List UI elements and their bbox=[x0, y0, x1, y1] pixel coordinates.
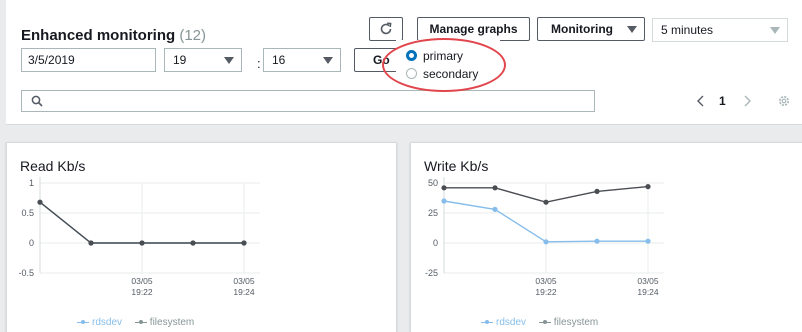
data-point-rdsdev bbox=[492, 206, 498, 212]
chart-title: Read Kb/s bbox=[20, 158, 86, 174]
data-point-rdsdev bbox=[441, 198, 447, 204]
caret-down-icon bbox=[770, 27, 780, 34]
read-chart: 10.50-0.503/0519:2203/0519:24 bbox=[18, 177, 260, 297]
data-point-filesystem bbox=[492, 185, 498, 191]
x-tick-label: 03/05 bbox=[233, 276, 255, 286]
x-tick-label: 03/05 bbox=[637, 276, 659, 286]
monitoring-dropdown[interactable]: Monitoring bbox=[537, 17, 645, 41]
y-tick-label: 0 bbox=[29, 238, 34, 248]
legend-item-filesystem[interactable]: filesystem bbox=[134, 317, 195, 328]
caret-down-icon bbox=[627, 26, 637, 33]
y-tick-label: -25 bbox=[425, 268, 438, 278]
period-select[interactable]: 5 minutes bbox=[652, 18, 788, 42]
refresh-icon bbox=[380, 22, 392, 35]
legend-label: filesystem bbox=[553, 317, 599, 328]
x-tick-label: 03/05 bbox=[131, 276, 153, 286]
legend-item-rdsdev[interactable]: rdsdev bbox=[481, 317, 526, 328]
write-chart-panel: Write Kb/s 50 25 0 -25 03/05 19:22 03/05 19:24 … bbox=[410, 142, 802, 332]
minute-select[interactable]: 16 bbox=[263, 48, 341, 72]
caret-down-icon bbox=[323, 57, 333, 64]
x-tick-label: 19:22 bbox=[131, 287, 153, 297]
date-input[interactable]: 3/5/2019 bbox=[21, 48, 156, 72]
x-tick-label: 19:22 bbox=[535, 287, 557, 297]
monitoring-label: Monitoring bbox=[551, 22, 613, 36]
data-point-rdsdev bbox=[543, 239, 549, 245]
y-tick-label: 0.5 bbox=[21, 208, 34, 218]
y-tick-label: 25 bbox=[428, 208, 438, 218]
data-point-filesystem bbox=[37, 199, 43, 205]
legend-label: rdsdev bbox=[92, 317, 123, 328]
y-tick-label: 50 bbox=[428, 178, 438, 188]
legend-item-filesystem[interactable]: filesystem bbox=[538, 317, 599, 328]
hour-select[interactable]: 19 bbox=[164, 48, 242, 72]
legend-symbol bbox=[77, 319, 89, 325]
caret-down-icon bbox=[224, 57, 234, 64]
read-chart-panel: Read Kb/s 1 0.5 0 -0.5 03/05 19:22 03/05 19:24 … bbox=[6, 142, 397, 332]
legend-item-rdsdev[interactable]: rdsdev bbox=[77, 317, 122, 328]
data-point-filesystem bbox=[594, 188, 600, 194]
data-point-rdsdev bbox=[594, 238, 600, 244]
y-tick-label: 0 bbox=[433, 238, 438, 248]
search-icon bbox=[31, 95, 43, 107]
data-point-filesystem bbox=[241, 240, 247, 246]
legend-symbol bbox=[134, 319, 147, 325]
period-value: 5 minutes bbox=[661, 23, 714, 37]
data-point-filesystem bbox=[190, 240, 196, 246]
page-number[interactable]: 1 bbox=[719, 94, 726, 108]
page-title-text: Enhanced monitoring bbox=[21, 27, 176, 44]
data-point-filesystem bbox=[88, 240, 94, 246]
chart-legend: rdsdev filesystem bbox=[481, 317, 608, 328]
data-point-rdsdev bbox=[645, 238, 651, 244]
data-point-filesystem bbox=[139, 240, 145, 246]
y-tick-label: -0.5 bbox=[18, 268, 34, 278]
x-tick-label: 19:24 bbox=[637, 287, 659, 297]
chart-legend: rdsdev filesystem bbox=[77, 317, 204, 328]
chevron-left-icon[interactable] bbox=[696, 95, 706, 107]
highlight-ellipse bbox=[382, 38, 506, 92]
chevron-right-icon[interactable] bbox=[742, 95, 752, 107]
data-point-filesystem bbox=[645, 184, 651, 190]
legend-symbol bbox=[481, 319, 493, 325]
data-point-filesystem bbox=[543, 199, 549, 205]
x-tick-label: 19:24 bbox=[233, 287, 255, 297]
gear-icon[interactable] bbox=[777, 94, 791, 108]
x-tick-label: 03/05 bbox=[535, 276, 557, 286]
chart-title: Write Kb/s bbox=[424, 158, 489, 174]
legend-label: filesystem bbox=[149, 317, 195, 328]
legend-symbol bbox=[538, 319, 551, 325]
data-point-filesystem bbox=[441, 185, 447, 191]
write-chart: 50250-2503/0519:2203/0519:24 bbox=[425, 177, 664, 297]
legend-label: rdsdev bbox=[496, 317, 527, 328]
search-input[interactable] bbox=[21, 90, 595, 112]
page-title: Enhanced monitoring (12) bbox=[21, 27, 206, 44]
item-count: (12) bbox=[179, 27, 207, 44]
time-separator: : bbox=[257, 56, 261, 71]
hour-value: 19 bbox=[173, 53, 187, 67]
minute-value: 16 bbox=[272, 53, 286, 67]
y-tick-label: 1 bbox=[29, 178, 34, 188]
refresh-button[interactable] bbox=[369, 17, 403, 41]
